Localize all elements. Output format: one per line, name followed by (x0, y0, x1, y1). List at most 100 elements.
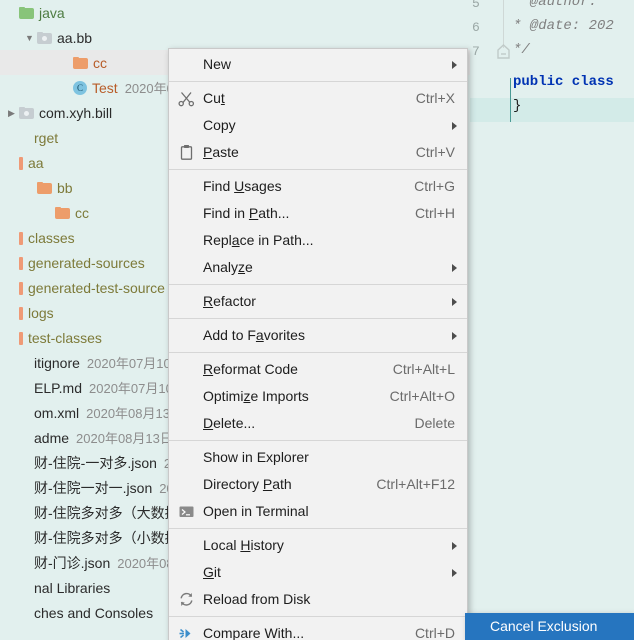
menu-item-copy[interactable]: Copy (169, 112, 467, 139)
ide-window: java ▼ aa.bb cc C Test 2020年08 ▶ com.xyh.bill rge… (0, 0, 634, 640)
menu-item-label: Optimize Imports (203, 388, 309, 404)
menu-item-new[interactable]: New (169, 51, 467, 78)
indent-guide (510, 78, 511, 122)
tree-row-label: bb (57, 179, 73, 196)
tree-row-label: aa.bb (57, 29, 93, 46)
menu-separator (169, 81, 467, 82)
menu-item-label: New (203, 56, 232, 72)
code-line-date: * @date: 202 (513, 18, 614, 34)
menu-item-label: Find in Path... (203, 205, 290, 221)
menu-item-shortcut: Ctrl+V (415, 144, 455, 160)
tree-row-label: generated-sources (28, 254, 145, 271)
code-line-comment-end: */ (513, 42, 530, 58)
menu-item-label: Open in Terminal (203, 503, 309, 519)
tree-row[interactable]: java (0, 0, 470, 25)
menu-item-replace-in-path[interactable]: Replace in Path... (169, 227, 467, 254)
java-class-icon: C (73, 81, 87, 96)
menu-item-label: Git (203, 564, 221, 580)
source-root-marker-icon (19, 306, 23, 320)
menu-separator (169, 440, 467, 441)
menu-item-shortcut: Ctrl+Alt+O (389, 388, 455, 404)
menu-item-label: Analyze (203, 259, 253, 275)
code-editor-panel[interactable]: 5 6 7 * @author: * @date: 202 */ public … (470, 0, 634, 640)
chevron-right-icon[interactable]: ▶ (4, 101, 19, 126)
menu-item-local-history[interactable]: Local History (169, 532, 467, 559)
line-number: 7 (472, 44, 480, 59)
source-root-marker-icon (19, 331, 23, 345)
menu-item-find-in-path[interactable]: Find in Path... Ctrl+H (169, 200, 467, 227)
tree-row-label: Test (92, 79, 118, 96)
folder-icon (37, 32, 52, 45)
tree-row-label: 财-门诊.json (34, 554, 111, 571)
menu-item-cut[interactable]: Cut Ctrl+X (169, 85, 467, 112)
menu-item-delete[interactable]: Delete... Delete (169, 410, 467, 437)
menu-item-label: Paste (203, 144, 239, 160)
menu-item-reformat-code[interactable]: Reformat Code Ctrl+Alt+L (169, 356, 467, 383)
tree-row[interactable]: ▼ aa.bb (0, 25, 470, 50)
submenu-arrow-icon (452, 569, 457, 577)
tree-row-label: 财-住院一对一.json (34, 479, 153, 496)
menu-item-shortcut: Ctrl+X (415, 90, 455, 106)
menu-item-find-usages[interactable]: Find Usages Ctrl+G (169, 173, 467, 200)
menu-separator (169, 352, 467, 353)
menu-item-analyze[interactable]: Analyze (169, 254, 467, 281)
menu-item-git[interactable]: Git (169, 559, 467, 586)
code-line-author: * @author: (513, 0, 606, 10)
folder-icon (73, 57, 88, 70)
scissors-icon (178, 92, 195, 107)
submenu-arrow-icon (452, 542, 457, 550)
menu-item-directory-path[interactable]: Directory Path Ctrl+Alt+F12 (169, 471, 467, 498)
tree-row-label: aa (28, 154, 44, 171)
tree-row-label: 财-住院-一对多.json (34, 454, 157, 471)
menu-item-reload-from-disk[interactable]: Reload from Disk (169, 586, 467, 613)
tree-row-label: ELP.md (34, 379, 82, 396)
chevron-down-icon[interactable]: ▼ (22, 26, 37, 51)
code-line-closing-brace: } (513, 98, 522, 114)
menu-item-shortcut: Delete (414, 415, 455, 431)
tree-row-label: com.xyh.bill (39, 104, 113, 121)
source-root-marker-icon (19, 281, 23, 295)
fold-guide-line (503, 0, 504, 48)
menu-item-label: Compare With... (203, 625, 305, 640)
submenu-item-label: Cancel Exclusion (490, 618, 598, 634)
tree-row-label: ches and Consoles (34, 604, 154, 621)
menu-separator (169, 616, 467, 617)
menu-item-compare-with[interactable]: Compare With... Ctrl+D (169, 620, 467, 640)
menu-item-open-in-terminal[interactable]: Open in Terminal (169, 498, 467, 525)
folder-icon (19, 7, 34, 20)
menu-separator (169, 284, 467, 285)
submenu-arrow-icon (452, 298, 457, 306)
menu-item-optimize-imports[interactable]: Optimize Imports Ctrl+Alt+O (169, 383, 467, 410)
folder-icon (55, 207, 70, 220)
submenu-arrow-icon (452, 61, 457, 69)
menu-separator (169, 528, 467, 529)
tree-row-label: nal Libraries (34, 579, 111, 596)
submenu-item-cancel-exclusion[interactable]: Cancel Exclusion (466, 614, 633, 639)
line-number: 6 (472, 20, 480, 35)
tree-row-label: rget (34, 129, 59, 146)
menu-item-label: Reformat Code (203, 361, 298, 377)
menu-item-shortcut: Ctrl+H (414, 205, 455, 221)
context-menu[interactable]: New Cut Ctrl+X Copy Paste Ctrl+V Find Usages Ct… (168, 48, 468, 640)
tree-row-label: adme (34, 429, 70, 446)
menu-item-label: Delete... (203, 415, 256, 431)
caret-line-highlight (470, 98, 634, 122)
submenu-arrow-icon (452, 122, 457, 130)
menu-item-paste[interactable]: Paste Ctrl+V (169, 139, 467, 166)
tree-row-label: itignore (34, 354, 80, 371)
tree-row-label: cc (75, 204, 89, 221)
clipboard-icon (180, 145, 193, 160)
submenu-arrow-icon (452, 332, 457, 340)
menu-separator (169, 318, 467, 319)
menu-item-shortcut: Ctrl+Alt+F12 (376, 476, 455, 492)
menu-item-shortcut: Ctrl+G (414, 178, 455, 194)
menu-item-add-to-favorites[interactable]: Add to Favorites (169, 322, 467, 349)
source-root-marker-icon (19, 156, 23, 170)
code-fold-marker-icon[interactable] (497, 44, 510, 60)
menu-item-refactor[interactable]: Refactor (169, 288, 467, 315)
menu-item-show-in-explorer[interactable]: Show in Explorer (169, 444, 467, 471)
menu-item-shortcut: Ctrl+D (414, 625, 455, 640)
code-line-class-decl: public class (513, 74, 614, 90)
terminal-icon (179, 506, 194, 517)
mark-directory-submenu[interactable]: Cancel Exclusion (465, 613, 634, 640)
